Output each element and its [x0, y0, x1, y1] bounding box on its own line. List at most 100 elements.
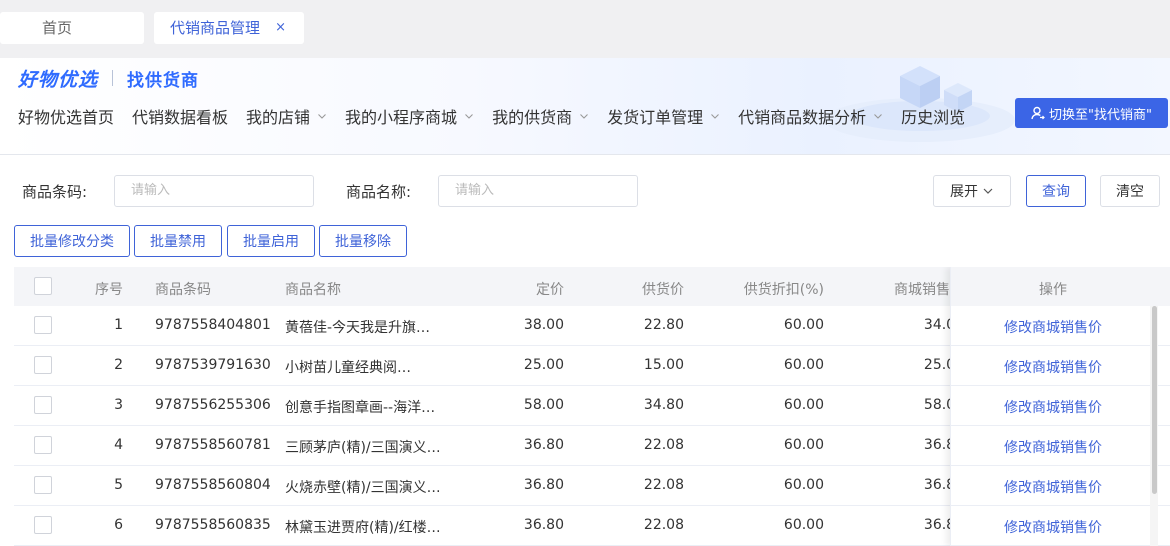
logo-main: 好物优选: [18, 68, 99, 91]
cell-index: 5: [114, 477, 123, 493]
cell-index: 1: [114, 317, 123, 333]
nav-item-2[interactable]: 我的店铺: [246, 104, 327, 128]
cell-price: 36.80: [523, 437, 564, 453]
tab-consignment-goods[interactable]: 代销商品管理 ×: [154, 12, 304, 44]
cell-discount: 60.00: [783, 357, 824, 373]
query-label: 查询: [1042, 184, 1070, 200]
edit-mall-price-link[interactable]: 修改商城销售价: [951, 437, 1155, 457]
cell-index: 4: [114, 437, 123, 453]
cell-barcode: 9787558560804: [155, 477, 271, 493]
col-barcode: 商品条码: [155, 282, 211, 298]
cell-index: 6: [114, 517, 123, 533]
barcode-input[interactable]: 请输入: [114, 175, 314, 207]
nav-item-label: 好物优选首页: [18, 108, 115, 127]
query-button[interactable]: 查询: [1026, 175, 1086, 207]
nav-item-label: 历史浏览: [901, 108, 966, 127]
row-checkbox[interactable]: [34, 356, 52, 374]
cell-name: 创意手指图章画--海洋…: [285, 400, 436, 416]
tab-home[interactable]: 首页: [0, 12, 144, 44]
chevron-down-icon: [711, 114, 719, 119]
tab-bar: 首页 代销商品管理 ×: [0, 0, 1170, 58]
nav-item-3[interactable]: 我的小程序商城: [345, 104, 474, 128]
action-cell: 修改商城销售价: [951, 346, 1155, 386]
expand-label: 展开: [950, 184, 978, 200]
nav-item-label: 我的店铺: [246, 108, 311, 127]
cell-discount: 60.00: [783, 477, 824, 493]
main-nav: 好物优选首页 代销数据看板 我的店铺 我的小程序商城 我的供货商 发货订单管理 代销商品数据…: [18, 104, 983, 128]
batch-disable-button[interactable]: 批量禁用: [134, 225, 222, 257]
cell-barcode: 9787558560781: [155, 437, 271, 453]
batch-modify-category-label: 批量修改分类: [30, 234, 114, 250]
cell-name: 林黛玉进贾府(精)/红楼…: [285, 520, 441, 536]
row-checkbox[interactable]: [34, 396, 52, 414]
switch-role-button[interactable]: 切换至"找代销商": [1015, 98, 1168, 128]
chevron-down-icon: [580, 114, 588, 119]
cell-price: 36.80: [523, 517, 564, 533]
nav-item-label: 代销商品数据分析: [738, 108, 867, 127]
cell-barcode: 9787558404801: [155, 317, 271, 333]
cell-price: 58.00: [523, 397, 564, 413]
switch-role-label: 切换至"找代销商": [1049, 107, 1152, 123]
cell-supply-price: 22.80: [643, 317, 684, 333]
edit-mall-price-link[interactable]: 修改商城销售价: [951, 477, 1155, 497]
cell-barcode: 9787558560835: [155, 517, 271, 533]
cell-barcode: 9787539791630: [155, 357, 271, 373]
top-header: 好物优选 找供货商 好物优选首页 代销数据看板 我的店铺 我的小程序商城 我的供货商 发货…: [0, 58, 1170, 155]
action-column-header: 操作: [951, 267, 1155, 306]
nav-item-label: 代销数据看板: [132, 108, 229, 127]
batch-remove-label: 批量移除: [335, 234, 391, 250]
brand-logo[interactable]: 好物优选 找供货商: [18, 66, 200, 91]
col-name: 商品名称: [285, 282, 341, 298]
action-cell: 修改商城销售价: [951, 466, 1155, 506]
batch-modify-category-button[interactable]: 批量修改分类: [14, 225, 130, 257]
row-checkbox[interactable]: [34, 436, 52, 454]
row-checkbox[interactable]: [34, 316, 52, 334]
row-checkbox[interactable]: [34, 516, 52, 534]
action-cell: 修改商城销售价: [951, 306, 1155, 346]
cell-barcode: 9787556255306: [155, 397, 271, 413]
cell-index: 3: [114, 397, 123, 413]
nav-item-label: 我的小程序商城: [345, 108, 458, 127]
name-label: 商品名称:: [346, 183, 412, 201]
cell-supply-price: 22.08: [643, 477, 684, 493]
col-discount: 供货折扣(%): [743, 282, 824, 298]
edit-mall-price-link[interactable]: 修改商城销售价: [951, 397, 1155, 417]
action-cell: 修改商城销售价: [951, 386, 1155, 426]
barcode-label: 商品条码:: [22, 183, 88, 201]
nav-item-5[interactable]: 发货订单管理: [607, 104, 720, 128]
cell-supply-price: 34.80: [643, 397, 684, 413]
action-cell: 修改商城销售价: [951, 506, 1155, 546]
batch-enable-button[interactable]: 批量启用: [227, 225, 315, 257]
batch-remove-button[interactable]: 批量移除: [319, 225, 407, 257]
logo-divider: [112, 70, 114, 86]
col-index: 序号: [95, 282, 123, 298]
expand-button[interactable]: 展开: [933, 175, 1011, 207]
cell-discount: 60.00: [783, 317, 824, 333]
nav-item-6[interactable]: 代销商品数据分析: [738, 104, 883, 128]
edit-mall-price-link[interactable]: 修改商城销售价: [951, 357, 1155, 377]
table-scroll-thumb[interactable]: [1152, 306, 1157, 494]
tab-active-label: 代销商品管理: [170, 19, 261, 37]
cell-discount: 60.00: [783, 397, 824, 413]
nav-item-4[interactable]: 我的供货商: [492, 104, 589, 128]
nav-item-7[interactable]: 历史浏览: [901, 104, 965, 128]
chevron-down-icon: [983, 188, 993, 194]
name-input[interactable]: 请输入: [438, 175, 638, 207]
close-icon[interactable]: ×: [275, 12, 286, 44]
edit-mall-price-link[interactable]: 修改商城销售价: [951, 317, 1155, 337]
user-icon: [1031, 106, 1045, 120]
clear-button[interactable]: 清空: [1100, 175, 1160, 207]
logo-sub: 找供货商: [127, 70, 200, 91]
edit-mall-price-link[interactable]: 修改商城销售价: [951, 517, 1155, 537]
row-checkbox[interactable]: [34, 476, 52, 494]
select-all-checkbox[interactable]: [34, 277, 52, 295]
cell-supply-price: 22.08: [643, 437, 684, 453]
cell-supply-price: 15.00: [643, 357, 684, 373]
action-cell: 修改商城销售价: [951, 426, 1155, 466]
goods-table: 序号 商品条码 商品名称 定价 供货价 供货折扣(%) 商城销售价 1 97875…: [14, 267, 1170, 546]
cell-discount: 60.00: [783, 437, 824, 453]
nav-item-0[interactable]: 好物优选首页: [18, 104, 114, 128]
nav-item-1[interactable]: 代销数据看板: [132, 104, 228, 128]
col-price: 定价: [536, 282, 564, 298]
cell-supply-price: 22.08: [643, 517, 684, 533]
